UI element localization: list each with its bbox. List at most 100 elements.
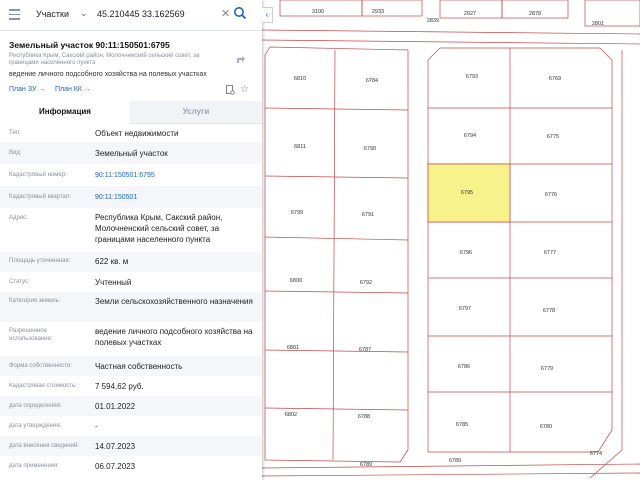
parcel-boundary [332,49,336,461]
map-label: 6776 [545,192,557,198]
info-row-label: Кадастровый номер: [9,172,67,178]
plan-zu-link[interactable]: План ЗУ → [9,86,45,93]
map-label: 6789 [449,458,461,464]
info-row-label: Кадастровый квартал: [9,194,72,200]
road-edge [261,39,640,45]
map-label: 6801 [287,345,299,351]
search-input[interactable] [94,5,226,23]
info-row-label: Площадь уточненная: [9,258,71,264]
parcel-purpose: ведение личного подсобного хозяйства на … [9,71,207,78]
info-row-label: Статус: [9,279,30,285]
info-row-value: Республика Крым, Сакский район, Молочнен… [95,213,223,244]
map-label: 6784 [366,78,378,84]
map-label: 6799 [291,210,303,216]
plan-kk-link[interactable]: План КК → [55,86,91,93]
info-row: дата применения: 06.07.2023 [0,456,262,476]
map-label: 6786 [458,364,470,370]
info-row: Адрес: Республика Крым, Сакский район, Мо… [0,208,262,252]
chevron-down-icon[interactable]: ⌄ [80,8,88,19]
info-row-label: дата применения: [9,463,60,469]
arrow-right-icon: → [83,86,91,93]
info-row-value: Земельный участок [95,149,168,158]
info-row: Разрешенное использование: ведение личног… [0,322,262,356]
map-label: 6777 [544,250,556,256]
map-label: 6794 [464,133,476,139]
map-label: 2801 [592,21,604,27]
info-row-value: 622 кв. м [95,257,129,266]
map-label: 6793 [466,74,478,80]
map-label: 2927 [464,11,476,17]
plan-zu-label: План ЗУ [9,86,37,93]
info-row-label: Адрес: [9,215,28,221]
block-outline [427,47,613,453]
map-label: 6796 [460,250,472,256]
tab-bar: Информация Услуги [0,101,262,125]
info-row-value: Объект недвижимости [95,129,179,138]
map-label: 6779 [541,366,553,372]
info-row-value: 7 594,62 руб. [95,382,144,391]
info-row: Площадь уточненная: 622 кв. м [0,252,262,272]
parcel-info-panel: Участки ⌄ ✕ Земельный участок 90:11:1505… [0,0,262,480]
info-row: Кадастровая стоимость: 7 594,62 руб. [0,376,262,396]
map-label: 6769 [549,76,561,82]
info-row: Тип: Объект недвижимости [0,124,262,142]
info-row-value[interactable]: 90:11:150501 [95,192,257,203]
map-label: 6790 [364,146,376,152]
map-label: 6788 [358,414,370,420]
map-label: 6802 [285,412,297,418]
tab-services[interactable]: Услуги [130,101,262,123]
info-row-label: Категория земель: [9,298,61,304]
info-row-value: ведение личного подсобного хозяйства на … [95,327,253,347]
info-row-label: Вид: [9,150,22,156]
star-icon[interactable]: ☆ [240,84,249,95]
map-label: 2839 [427,18,439,24]
map-label: 6792 [360,280,372,286]
info-row-value: Частная собственность [95,362,183,371]
search-bar: Участки ⌄ ✕ [0,0,262,31]
info-row-label: дата внесения сведений: [9,443,79,449]
map-label: 6789 [360,462,372,468]
info-row-value: Земли сельскохозяйственного назначения [95,297,253,306]
info-row-label: Тип: [9,130,21,136]
parcel-title: Земельный участок 90:11:150501:6795 [9,40,170,50]
info-row-value: 06.07.2023 [95,462,136,471]
map-label: 6800 [290,278,302,284]
info-row: Форма собственности: Частная собственност… [0,356,262,376]
info-row: Категория земель: Земли сельскохозяйствен… [0,292,262,322]
map-label: 6787 [359,347,371,353]
parcel-address: Республика Крым, Сакский район, Молочнен… [9,53,200,66]
info-row: дата внесения сведений: 14.07.2023 [0,436,262,456]
document-icon[interactable] [226,85,235,95]
map-label: 6774 [590,451,602,457]
info-row: дата утверждения: - [0,416,262,436]
search-icon[interactable] [233,6,247,20]
info-row: Кадастровый квартал: 90:11:150501 [0,186,262,208]
map-label: 6775 [547,134,559,140]
map-label: 6791 [362,212,374,218]
map-label: 2878 [529,11,541,17]
map-label: 6778 [543,308,555,314]
info-row-label: Кадастровая стоимость: [9,383,77,389]
info-row-value: 01.01.2022 [95,402,136,411]
road-edge [261,29,640,35]
map-label: 6797 [459,306,471,312]
info-row: Вид: Земельный участок [0,142,262,164]
map-label: 2933 [372,9,384,15]
info-row-value: 14.07.2023 [95,442,136,451]
plan-kk-label: План КК [55,86,82,93]
info-row: Кадастровый номер: 90:11:150501:6795 [0,164,262,186]
info-row-label: дата утверждения: [9,423,62,429]
info-row-value: Учтенный [95,278,132,287]
info-row-label: дата определения: [9,403,62,409]
share-icon[interactable] [236,55,246,64]
menu-icon[interactable] [9,9,20,20]
tab-information[interactable]: Информация [0,101,130,125]
map-label: 6811 [294,144,306,150]
info-row-label: Форма собственности: [9,363,73,369]
info-row-label: Разрешенное использование: [9,328,53,342]
search-type-select[interactable]: Участки [36,9,69,19]
info-row-value[interactable]: 90:11:150501:6795 [95,170,257,181]
collapse-panel-button[interactable]: ‹ [262,7,273,23]
close-icon[interactable]: ✕ [221,7,230,20]
map-label: 3100 [312,9,324,15]
